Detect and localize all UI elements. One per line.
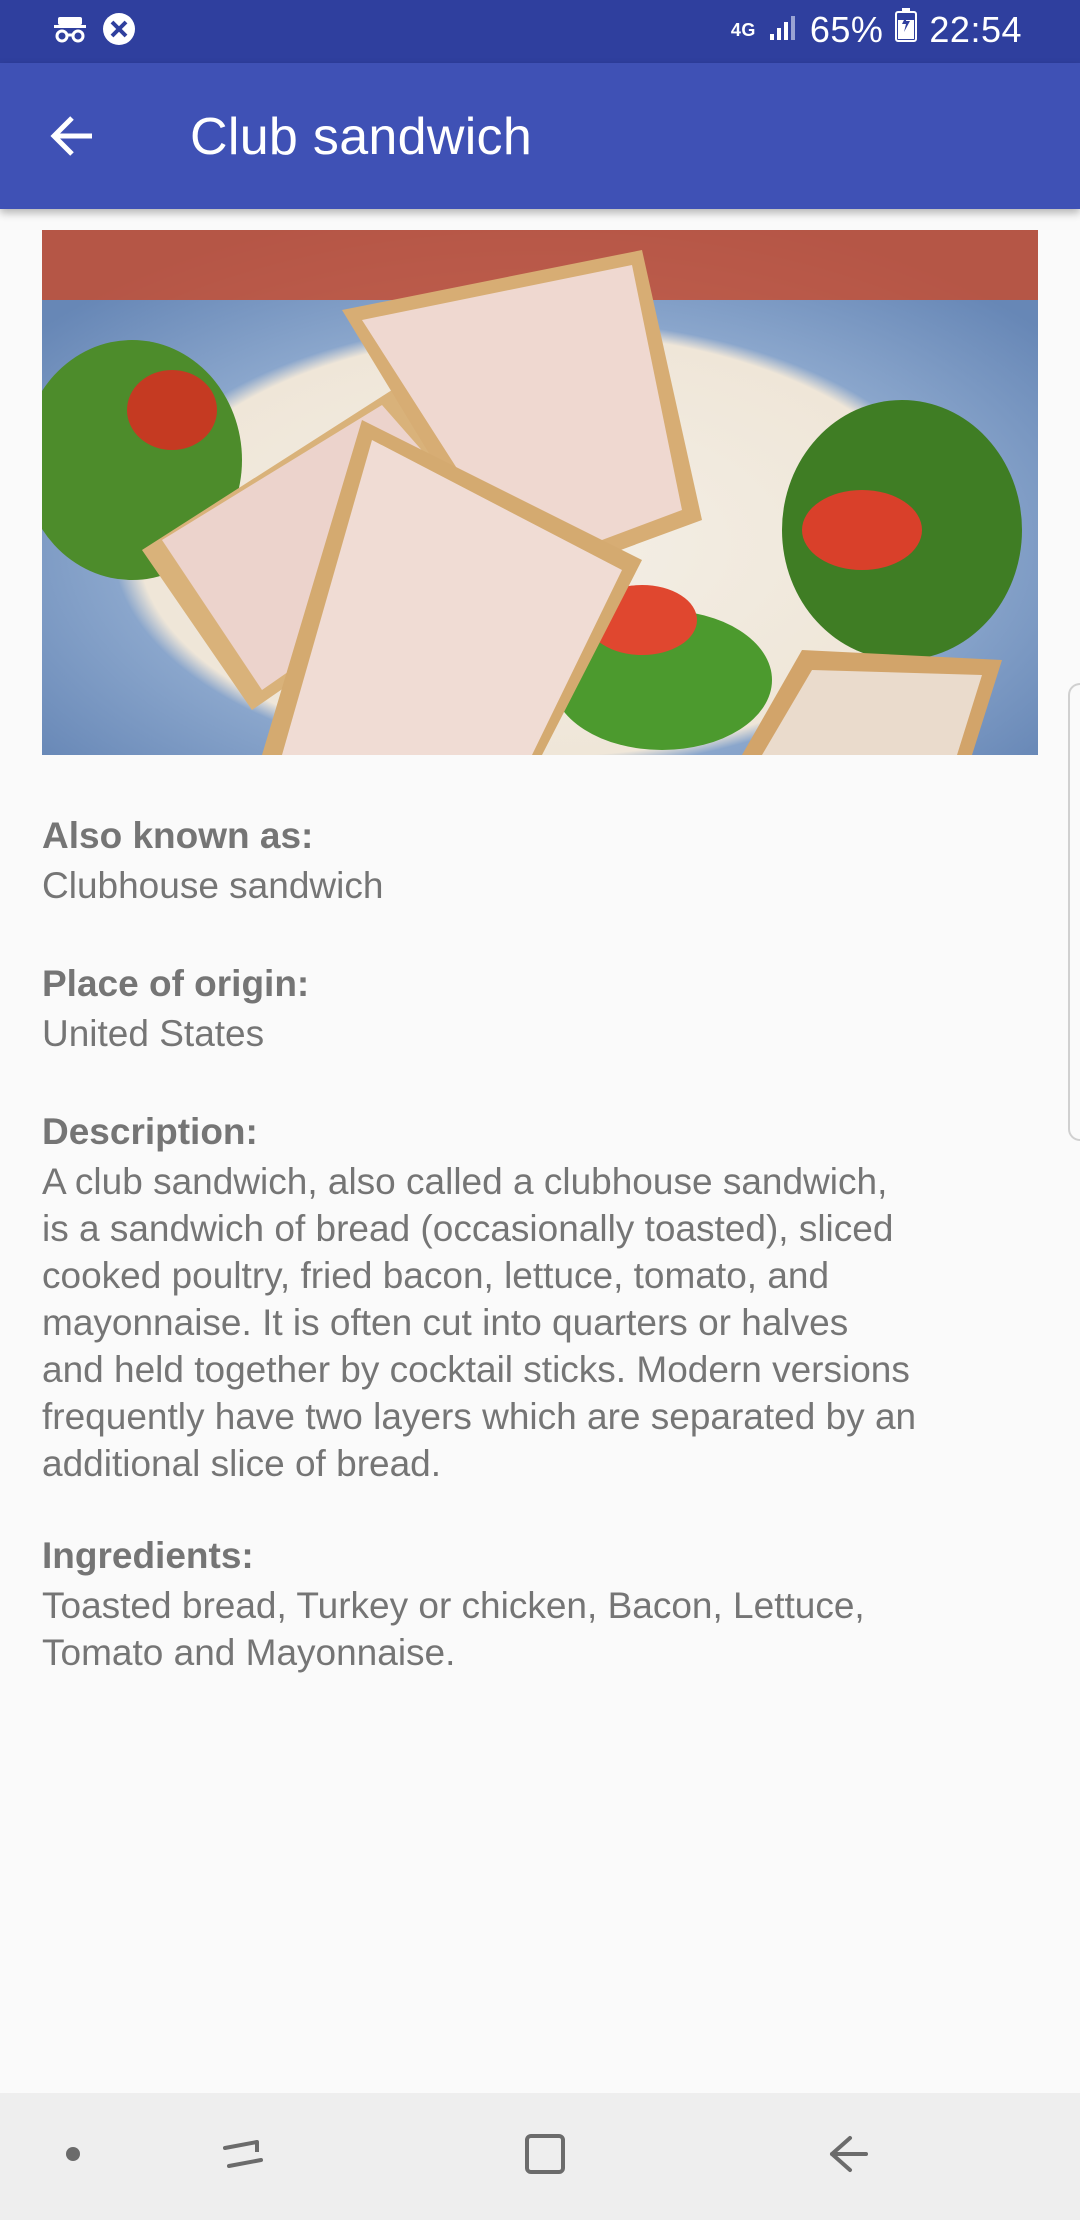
network-4g-icon: 4G bbox=[731, 21, 756, 39]
battery-percent: 65% bbox=[809, 8, 884, 50]
hero-image bbox=[42, 230, 1038, 755]
network-type-label: 4G bbox=[730, 19, 756, 40]
no-sync-icon bbox=[102, 12, 136, 51]
description-section: Description: A club sandwich, also calle… bbox=[42, 1106, 1038, 1487]
nav-bar bbox=[0, 2093, 1080, 2220]
also-known-as-value: Clubhouse sandwich bbox=[42, 865, 384, 906]
place-of-origin-section: Place of origin: United States bbox=[42, 958, 1038, 1057]
ingredients-label: Ingredients: bbox=[42, 1535, 254, 1576]
also-known-as-label: Also known as: bbox=[42, 815, 314, 856]
clock: 22:54 bbox=[929, 8, 1022, 50]
place-of-origin-value: United States bbox=[42, 1013, 265, 1054]
description-label: Description: bbox=[42, 1111, 258, 1152]
description-value: A club sandwich, also called a clubhouse… bbox=[42, 1161, 917, 1484]
content: Also known as: Clubhouse sandwich Place … bbox=[42, 230, 1038, 1676]
place-of-origin-label: Place of origin: bbox=[42, 963, 310, 1004]
incognito-icon bbox=[52, 13, 88, 50]
ingredients-section: Ingredients: Toasted bread, Turkey or ch… bbox=[42, 1530, 1038, 1676]
app-bar: Club sandwich bbox=[0, 63, 1080, 209]
arrow-left-icon bbox=[48, 112, 96, 165]
recents-icon bbox=[219, 2130, 267, 2183]
back-icon bbox=[824, 2130, 872, 2183]
home-button[interactable] bbox=[510, 2121, 580, 2191]
status-bar: 4G 65% 22:54 bbox=[0, 0, 1080, 63]
system-back-button[interactable] bbox=[813, 2121, 883, 2191]
ingredients-value: Toasted bread, Turkey or chicken, Bacon,… bbox=[42, 1585, 865, 1673]
also-known-as-section: Also known as: Clubhouse sandwich bbox=[42, 810, 1038, 909]
home-icon bbox=[521, 2130, 569, 2183]
status-left bbox=[52, 12, 136, 51]
battery-icon bbox=[895, 8, 918, 51]
recents-button[interactable] bbox=[208, 2121, 278, 2191]
signal-icon bbox=[768, 9, 798, 51]
edge-panel-handle[interactable] bbox=[1068, 683, 1080, 1141]
page-title: Club sandwich bbox=[190, 108, 533, 166]
status-right: 4G 65% 22:54 bbox=[731, 8, 1022, 51]
back-button[interactable] bbox=[30, 96, 114, 180]
dot-icon bbox=[63, 2144, 83, 2169]
nav-dot-button[interactable] bbox=[38, 2121, 108, 2191]
